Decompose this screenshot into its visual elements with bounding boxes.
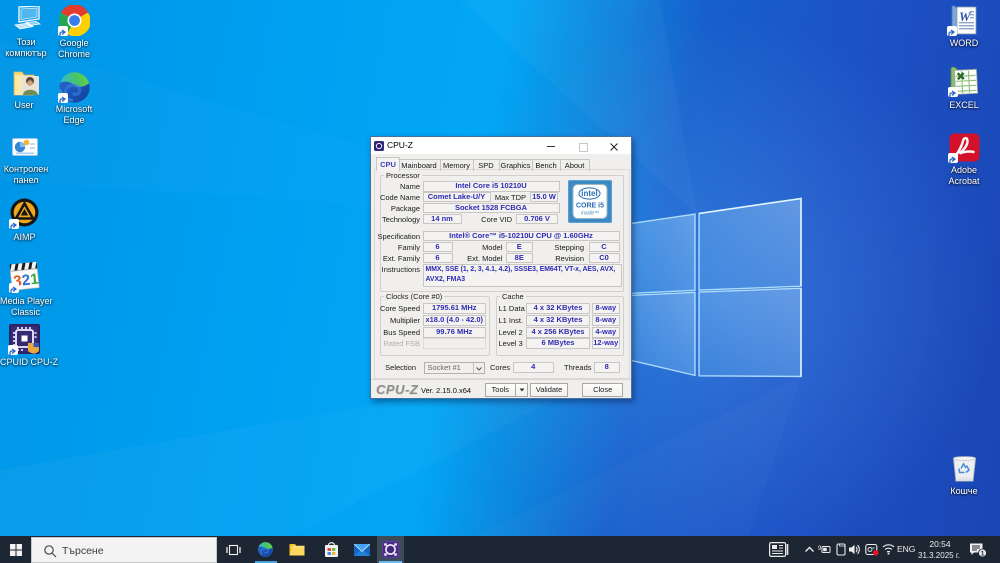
svg-text:1: 1 bbox=[981, 550, 985, 557]
svg-text:intel: intel bbox=[581, 189, 597, 198]
svg-text:1: 1 bbox=[29, 271, 39, 289]
svg-text:inside™: inside™ bbox=[581, 211, 599, 217]
svg-text:9: 9 bbox=[818, 546, 822, 552]
svg-text:CORE i5: CORE i5 bbox=[576, 203, 604, 210]
